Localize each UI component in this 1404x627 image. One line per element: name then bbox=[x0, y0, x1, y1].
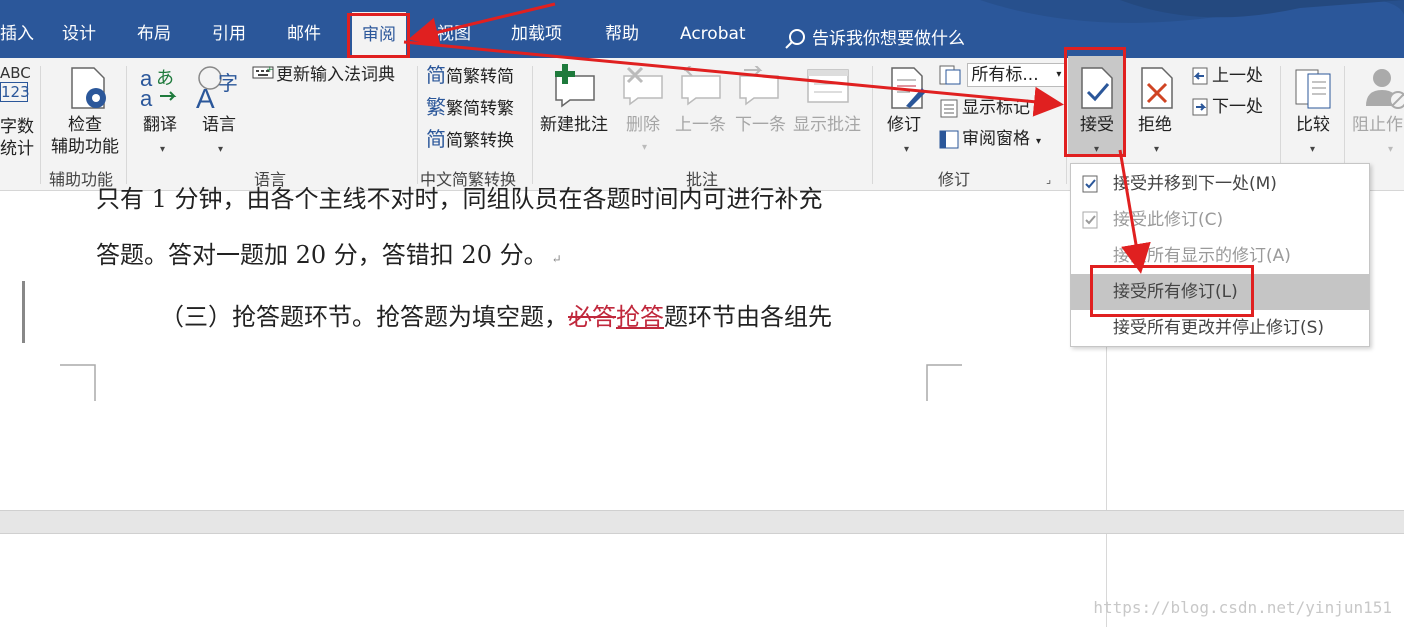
show-comments-icon bbox=[806, 66, 852, 110]
translate-icon: aあa bbox=[140, 66, 184, 114]
tab-references[interactable]: 引用 bbox=[212, 22, 246, 46]
tab-addins[interactable]: 加载项 bbox=[511, 22, 562, 46]
reject-icon bbox=[1138, 66, 1176, 114]
accessibility-check-icon bbox=[66, 66, 110, 116]
compare-button[interactable]: 比较 bbox=[1296, 114, 1330, 136]
markup-select[interactable]: 所有标... ▾ bbox=[967, 63, 1066, 87]
svg-text:A: A bbox=[196, 83, 215, 110]
tab-design[interactable]: 设计 bbox=[62, 22, 96, 46]
show-markup-button[interactable]: 显示标记 bbox=[938, 97, 1030, 119]
next-change-icon bbox=[1192, 98, 1208, 116]
tell-me-text: 告诉我你想要做什么 bbox=[812, 29, 965, 49]
review-pane-icon bbox=[939, 130, 959, 149]
doc-line-2: 答题。答对一题加 20 分，答错扣 20 分。 ↵ bbox=[96, 241, 562, 269]
trad-convert-icon: 简 bbox=[426, 63, 446, 87]
tab-acrobat[interactable]: Acrobat bbox=[680, 22, 746, 46]
paragraph-mark: ↵ bbox=[551, 252, 562, 266]
page-gap-bar bbox=[0, 510, 1404, 534]
next-comment-button[interactable]: 下一条 bbox=[735, 114, 786, 136]
compare-dropdown-caret[interactable]: ▾ bbox=[1310, 144, 1315, 155]
highlight-box-review-tab bbox=[347, 13, 410, 58]
svg-text:a: a bbox=[140, 86, 153, 110]
markup-level-row: 所有标... ▾ bbox=[938, 63, 1066, 87]
tab-view[interactable]: 视图 bbox=[437, 22, 471, 46]
track-changes-icon bbox=[888, 66, 928, 114]
keyboard-icon: + bbox=[252, 65, 274, 79]
simp-convert-icon: 繁 bbox=[426, 95, 446, 119]
reject-button[interactable]: 拒绝 bbox=[1138, 114, 1172, 136]
tab-mailings[interactable]: 邮件 bbox=[287, 22, 321, 46]
language-icon: A字 bbox=[196, 64, 244, 114]
highlight-box-accept-button bbox=[1064, 47, 1126, 157]
doc-line-1: 只有 1 分钟，由各个主线不对时，同组队员在各题时间内可进行补充 bbox=[96, 185, 823, 213]
accept-dropdown-menu: 接受并移到下一处(M) 接受此修订(C) 接受所有显示的修订(A) 接受所有修订… bbox=[1070, 163, 1370, 347]
compare-icon bbox=[1294, 66, 1334, 114]
abc-icon: ABC 123 bbox=[0, 64, 31, 102]
simp-trad-convert-button[interactable]: 简简繁转换 bbox=[426, 128, 514, 152]
previous-comment-icon bbox=[680, 63, 726, 110]
svg-text:あ: あ bbox=[156, 68, 174, 89]
menu-item-accept-this-change[interactable]: 接受此修订(C) bbox=[1071, 202, 1369, 238]
page-corner-marks bbox=[60, 364, 962, 401]
track-changes-button[interactable]: 修订 bbox=[887, 114, 921, 136]
menu-item-accept-and-move-next[interactable]: 接受并移到下一处(M) bbox=[1071, 166, 1369, 202]
chevron-down-icon: ▾ bbox=[1036, 136, 1042, 147]
next-change-button[interactable]: 下一处 bbox=[1190, 96, 1263, 118]
previous-change-icon bbox=[1192, 67, 1208, 85]
tell-me-box[interactable]: 告诉我你想要做什么 bbox=[784, 24, 965, 50]
convert-icon: 简 bbox=[426, 127, 446, 151]
translate-dropdown-caret[interactable]: ▾ bbox=[160, 144, 165, 155]
new-comment-button[interactable]: 新建批注 bbox=[540, 114, 608, 136]
doc-line-3: （三）抢答题环节。抢答题为填空题，必答抢答题环节由各组先 bbox=[160, 303, 832, 331]
delete-comment-button[interactable]: 删除 bbox=[626, 114, 660, 136]
lightbulb-icon bbox=[785, 29, 805, 49]
group-label-tracking: 修订 bbox=[938, 170, 971, 189]
show-markup-icon bbox=[940, 99, 958, 118]
restrict-dropdown-caret[interactable]: ▾ bbox=[1388, 144, 1393, 155]
to-simplified-button[interactable]: 繁繁简转繁 bbox=[426, 96, 514, 120]
track-changes-dropdown-caret[interactable]: ▾ bbox=[904, 144, 909, 155]
previous-change-button[interactable]: 上一处 bbox=[1190, 65, 1263, 87]
tab-layout[interactable]: 布局 bbox=[137, 22, 171, 46]
translate-button[interactable]: 翻译 bbox=[143, 114, 177, 136]
check-doc-icon bbox=[1082, 175, 1098, 193]
reject-dropdown-caret[interactable]: ▾ bbox=[1154, 144, 1159, 155]
check-doc-icon bbox=[1082, 211, 1098, 229]
word-count-button[interactable]: 字数 统计 bbox=[0, 116, 34, 160]
document-page[interactable]: 只有 1 分钟，由各个主线不对时，同组队员在各题时间内可进行补充 答题。答对一题… bbox=[0, 185, 1106, 511]
next-comment-icon bbox=[738, 63, 784, 110]
language-button[interactable]: 语言 bbox=[202, 114, 236, 136]
chevron-down-icon: ▾ bbox=[1056, 69, 1062, 80]
update-ime-dictionary-button[interactable]: + 更新输入法词典 bbox=[252, 64, 395, 86]
markup-display-icon bbox=[939, 65, 961, 85]
tab-help[interactable]: 帮助 bbox=[605, 22, 639, 46]
svg-text:字: 字 bbox=[218, 71, 238, 95]
delete-comment-icon bbox=[622, 66, 668, 110]
review-pane-button[interactable]: 审阅窗格 ▾ bbox=[938, 128, 1041, 153]
delete-dropdown-caret[interactable]: ▾ bbox=[642, 142, 647, 153]
highlight-box-accept-all bbox=[1090, 265, 1254, 317]
svg-text:+: + bbox=[266, 65, 274, 75]
watermark: https://blog.csdn.net/yinjun151 bbox=[1093, 598, 1392, 617]
restrict-editing-button[interactable]: 阻止作 bbox=[1352, 114, 1403, 136]
to-traditional-button[interactable]: 简简繁转简 bbox=[426, 64, 514, 88]
check-accessibility-button[interactable]: 检查 辅助功能 bbox=[48, 114, 122, 158]
new-comment-icon bbox=[552, 64, 598, 112]
change-bar bbox=[22, 281, 25, 343]
language-dropdown-caret[interactable]: ▾ bbox=[218, 144, 223, 155]
inserted-text: 抢答 bbox=[616, 303, 664, 331]
restrict-editing-icon bbox=[1364, 66, 1404, 114]
show-comments-button[interactable]: 显示批注 bbox=[793, 114, 861, 136]
previous-comment-button[interactable]: 上一条 bbox=[675, 114, 726, 136]
tab-insert[interactable]: 插入 bbox=[0, 22, 34, 46]
deleted-text: 必答 bbox=[568, 303, 616, 331]
dialog-launcher-icon[interactable]: ⌟ bbox=[1046, 173, 1051, 186]
